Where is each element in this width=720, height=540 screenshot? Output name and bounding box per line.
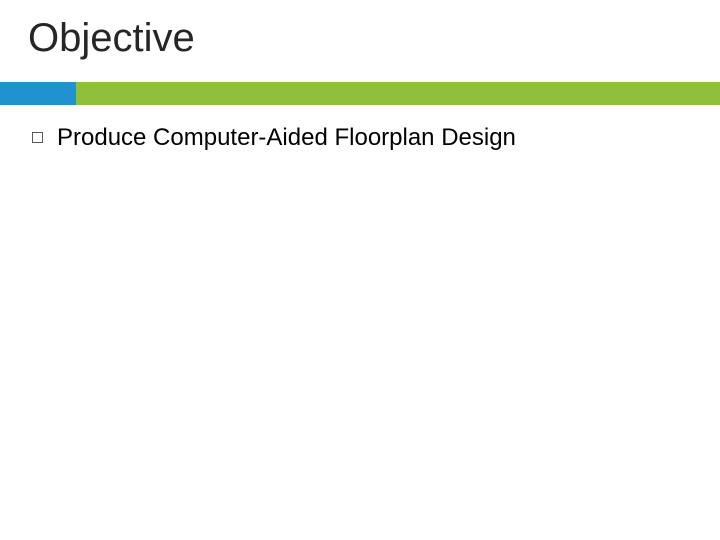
divider-accent-blue	[0, 82, 76, 105]
slide-title: Objective	[28, 16, 195, 61]
divider-accent-green	[76, 82, 720, 105]
list-item: Produce Computer-Aided Floorplan Design	[32, 124, 516, 153]
square-bullet-icon	[32, 132, 43, 143]
bullet-list: Produce Computer-Aided Floorplan Design	[32, 124, 516, 153]
bullet-text: Produce Computer-Aided Floorplan Design	[57, 124, 516, 153]
divider-bar	[0, 82, 720, 105]
